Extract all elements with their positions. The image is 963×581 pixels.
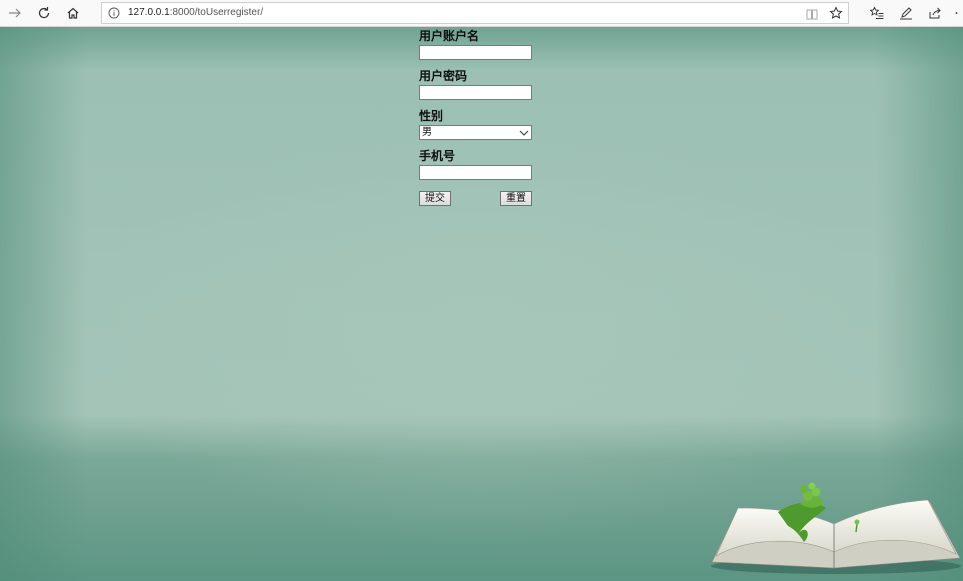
share-icon bbox=[929, 7, 941, 19]
username-input[interactable] bbox=[419, 45, 532, 60]
url-path: :8000/toUserregister/ bbox=[169, 7, 264, 18]
refresh-icon bbox=[38, 7, 50, 19]
more-icon bbox=[955, 12, 958, 14]
forward-button[interactable] bbox=[3, 3, 27, 23]
pen-icon bbox=[900, 7, 912, 20]
address-bar[interactable]: 127.0.0.1:8000/toUserregister/ bbox=[101, 2, 849, 24]
gender-selected-value: 男 bbox=[422, 127, 432, 138]
open-book-image bbox=[711, 482, 961, 574]
refresh-button[interactable] bbox=[32, 3, 56, 23]
info-icon bbox=[108, 7, 120, 19]
submit-button[interactable]: 提交 bbox=[419, 191, 451, 206]
phone-label: 手机号 bbox=[419, 149, 456, 163]
more-button[interactable] bbox=[950, 3, 963, 23]
chevron-down-icon bbox=[519, 130, 529, 136]
notes-button[interactable] bbox=[894, 3, 918, 23]
home-icon bbox=[67, 7, 79, 19]
url-text[interactable]: 127.0.0.1:8000/toUserregister/ bbox=[128, 7, 263, 19]
url-host: 127.0.0.1 bbox=[128, 7, 170, 18]
book-open-icon[interactable] bbox=[805, 7, 819, 21]
star-icon[interactable] bbox=[829, 6, 843, 20]
gender-label: 性别 bbox=[419, 109, 444, 123]
register-form: 用户账户名 用户密码 性别 男 手机号 提交 重置 bbox=[419, 27, 534, 208]
password-label: 用户密码 bbox=[419, 69, 468, 83]
browser-toolbar: 127.0.0.1:8000/toUserregister/ bbox=[0, 0, 963, 27]
password-input[interactable] bbox=[419, 85, 532, 100]
favorites-list-icon bbox=[870, 6, 884, 19]
favorites-list-button[interactable] bbox=[865, 3, 889, 23]
form-buttons: 提交 重置 bbox=[419, 184, 534, 208]
gender-select[interactable]: 男 bbox=[419, 125, 532, 140]
share-button[interactable] bbox=[923, 3, 947, 23]
phone-input[interactable] bbox=[419, 165, 532, 180]
username-label: 用户账户名 bbox=[419, 29, 480, 43]
home-button[interactable] bbox=[61, 3, 85, 23]
reset-button[interactable]: 重置 bbox=[500, 191, 532, 206]
arrow-right-icon bbox=[9, 8, 21, 18]
